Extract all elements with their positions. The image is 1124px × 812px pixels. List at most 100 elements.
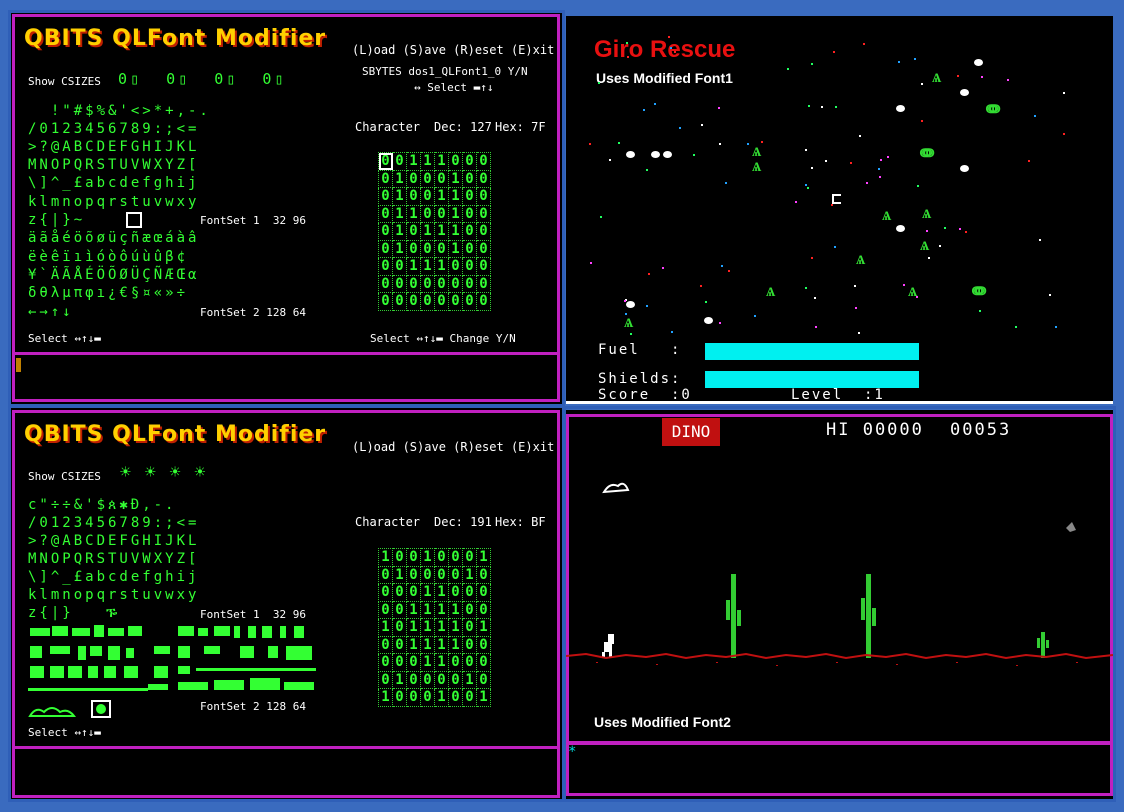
bit-cell[interactable]: 1 (420, 222, 435, 241)
bit-cell[interactable]: 0 (448, 653, 463, 672)
bit-cell[interactable]: 0 (420, 204, 435, 223)
bit-cell[interactable]: 0 (462, 618, 477, 637)
dino-command-strip[interactable] (566, 742, 1113, 796)
bit-cell[interactable]: 0 (392, 274, 407, 293)
custom-glyph-row[interactable]: c"÷÷&'$ጰ✱Ð,-. (28, 496, 177, 515)
editor2-charset-row-5[interactable]: klmnopqrstuvwxy (28, 586, 199, 605)
bit-cell[interactable]: 0 (462, 274, 477, 293)
bit-cell[interactable]: 1 (434, 257, 449, 276)
bit-cell[interactable]: 0 (420, 565, 435, 584)
bit-cell[interactable]: 0 (420, 169, 435, 188)
bit-cell[interactable]: 1 (406, 204, 421, 223)
bit-cell[interactable]: 1 (434, 688, 449, 707)
editor1-charset-row-4[interactable]: \]^_£abcdefghij (28, 174, 199, 193)
bit-cell[interactable]: 0 (406, 292, 421, 311)
bit-cell[interactable]: 0 (476, 257, 491, 276)
bit-cell[interactable]: 1 (420, 548, 435, 567)
bit-cell[interactable]: 0 (378, 635, 393, 654)
bit-cell[interactable]: 0 (406, 653, 421, 672)
bit-cell[interactable]: 0 (462, 169, 477, 188)
editor1-charset-row-5[interactable]: klmnopqrstuvwxy (28, 193, 199, 212)
bit-cell[interactable]: 0 (378, 670, 393, 689)
bit-cell[interactable]: 0 (392, 635, 407, 654)
bit-cell[interactable]: 0 (420, 292, 435, 311)
bit-cell[interactable]: 1 (462, 565, 477, 584)
bit-cell[interactable]: 0 (434, 548, 449, 567)
bit-cell[interactable]: 0 (476, 152, 491, 171)
bit-cell[interactable]: 0 (462, 548, 477, 567)
bit-cell[interactable]: 1 (420, 583, 435, 602)
bit-cell[interactable]: 1 (448, 169, 463, 188)
editor1-charset-row-8[interactable]: ëèêïıìóòôúùûβ¢ (28, 248, 188, 267)
bit-cell[interactable]: 0 (406, 239, 421, 258)
bit-cell[interactable]: 1 (420, 600, 435, 619)
editor2-command-strip[interactable] (12, 746, 560, 798)
bit-cell[interactable]: 0 (476, 292, 491, 311)
bit-cell[interactable]: 0 (434, 670, 449, 689)
bit-cell[interactable]: 0 (476, 204, 491, 223)
bit-cell[interactable]: 0 (406, 688, 421, 707)
bit-cell[interactable]: 0 (476, 222, 491, 241)
bit-cell[interactable]: 0 (406, 274, 421, 293)
bit-cell[interactable]: 0 (476, 653, 491, 672)
bit-cell[interactable]: 0 (462, 635, 477, 654)
bit-cell[interactable]: 0 (434, 239, 449, 258)
bit-cell[interactable]: 0 (392, 548, 407, 567)
bit-cell[interactable]: 1 (392, 565, 407, 584)
bit-cell[interactable]: 0 (462, 204, 477, 223)
bit-cell[interactable]: 0 (462, 239, 477, 258)
bit-cell[interactable]: 0 (392, 618, 407, 637)
bit-cell[interactable]: 1 (448, 618, 463, 637)
bit-cell[interactable]: 1 (420, 635, 435, 654)
selected-char-box[interactable] (126, 212, 142, 228)
bit-cell[interactable]: 0 (378, 583, 393, 602)
bit-cell[interactable]: 0 (392, 583, 407, 602)
bit-cell[interactable]: 1 (420, 653, 435, 672)
editor2-charset-row-6[interactable]: z{|} (28, 604, 74, 623)
bit-cell[interactable]: 0 (462, 152, 477, 171)
editor1-charset-row-3[interactable]: MNOPQRSTUVWXYZ[ (28, 156, 199, 175)
bit-cell[interactable]: 0 (448, 292, 463, 311)
bit-cell[interactable]: 1 (434, 635, 449, 654)
editor1-charset-row-9[interactable]: ¥`ÄÃÅÉÖÕØÜÇÑÆŒα (28, 266, 199, 285)
bit-cell[interactable]: 0 (448, 152, 463, 171)
bit-cell[interactable]: 1 (434, 583, 449, 602)
bit-cell[interactable]: 1 (448, 600, 463, 619)
bit-cell[interactable]: 0 (406, 169, 421, 188)
bit-cell[interactable]: 0 (448, 274, 463, 293)
editor2-show-csizes[interactable]: Show CSIZES (28, 470, 101, 483)
bit-cell[interactable]: 1 (448, 222, 463, 241)
bit-cell[interactable]: 0 (378, 204, 393, 223)
bit-cell[interactable]: 1 (476, 688, 491, 707)
bit-cell[interactable]: 0 (462, 583, 477, 602)
bit-cell[interactable]: 0 (420, 670, 435, 689)
bit-cell[interactable]: 0 (392, 600, 407, 619)
editor1-charset-row-11[interactable]: ←→↑↓ (28, 303, 74, 322)
bit-cell[interactable]: 1 (406, 600, 421, 619)
editor1-show-csizes[interactable]: Show CSIZES (28, 75, 101, 88)
editor2-charset-row-4[interactable]: \]^_£abcdefghij (28, 568, 199, 587)
bit-cell[interactable]: 1 (448, 635, 463, 654)
bit-cell[interactable]: 0 (434, 204, 449, 223)
bit-cell[interactable]: 0 (406, 565, 421, 584)
bit-cell[interactable]: 1 (420, 257, 435, 276)
bit-cell[interactable]: 1 (406, 618, 421, 637)
bit-cell[interactable]: 1 (420, 618, 435, 637)
bit-cell[interactable]: 0 (448, 583, 463, 602)
bit-cell[interactable]: 0 (392, 688, 407, 707)
bit-cell[interactable]: 1 (406, 152, 421, 171)
bit-cell[interactable]: 0 (434, 169, 449, 188)
bit-cell[interactable]: 1 (378, 548, 393, 567)
bit-cell[interactable]: 0 (378, 274, 393, 293)
bit-cell[interactable]: 1 (434, 618, 449, 637)
bit-cell[interactable]: 1 (392, 204, 407, 223)
editor2-charset-row-3[interactable]: MNOPQRSTUVWXYZ[ (28, 550, 199, 569)
bit-cell[interactable]: 0 (406, 583, 421, 602)
bit-cell[interactable]: 1 (434, 152, 449, 171)
bit-cell[interactable]: 1 (392, 222, 407, 241)
bit-cell[interactable]: 0 (420, 688, 435, 707)
bit-cell[interactable]: 0 (392, 292, 407, 311)
bit-cell[interactable]: 1 (406, 257, 421, 276)
bit-cell[interactable]: 1 (378, 688, 393, 707)
bit-cell[interactable]: 0 (476, 565, 491, 584)
